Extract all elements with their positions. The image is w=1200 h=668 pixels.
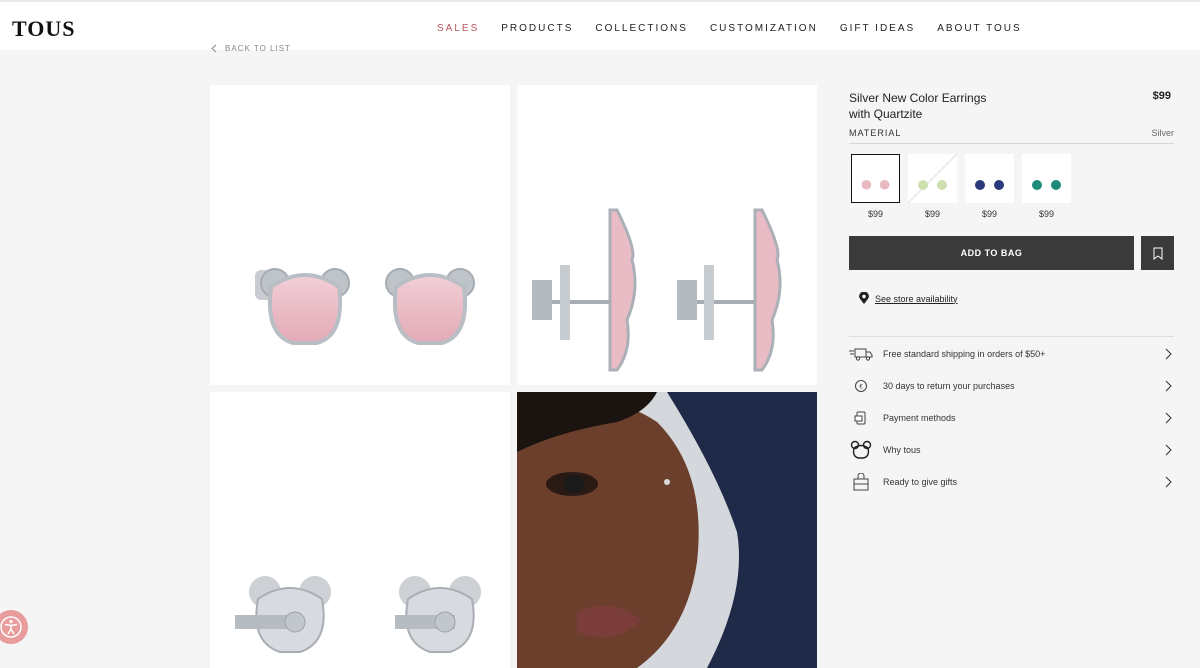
variant-thumbnail	[851, 154, 900, 203]
color-variants: $99 $99 $99 $99	[851, 153, 1071, 219]
add-to-bag-button[interactable]: ADD TO BAG	[849, 236, 1134, 270]
product-title-line-1: Silver New Color Earrings	[849, 91, 987, 105]
truck-icon	[849, 343, 873, 365]
back-to-list-link[interactable]: BACK TO LIST	[211, 44, 291, 53]
bear-icon	[849, 439, 873, 461]
product-image-front[interactable]	[210, 85, 510, 385]
info-row-label: Payment methods	[883, 413, 956, 423]
chevron-right-icon	[1165, 444, 1172, 456]
variant-price: $99	[1038, 209, 1055, 219]
location-pin-icon	[859, 292, 869, 304]
svg-text:€: €	[859, 385, 863, 391]
chevron-right-icon	[1165, 476, 1172, 488]
info-row-why-tous[interactable]: Why tous	[849, 438, 1174, 462]
model-photo[interactable]	[517, 392, 817, 668]
product-image-side[interactable]	[517, 85, 817, 385]
material-label: MATERIAL	[849, 128, 902, 138]
tous-logo[interactable]: TOUS	[12, 16, 76, 42]
divider	[849, 336, 1174, 337]
variant-pink[interactable]: $99	[851, 154, 900, 219]
top-header: TOUS SALES PRODUCTS COLLECTIONS CUSTOMIZ…	[0, 0, 1200, 50]
payment-icon	[849, 407, 873, 429]
info-row-label: Free standard shipping in orders of $50+	[883, 349, 1046, 359]
chevron-right-icon	[1165, 348, 1172, 360]
variant-thumbnail	[1022, 154, 1071, 203]
accessibility-icon	[0, 616, 22, 638]
variant-teal[interactable]: $99	[1022, 154, 1071, 219]
info-row-payment[interactable]: Payment methods	[849, 406, 1174, 430]
variant-thumbnail	[965, 154, 1014, 203]
wishlist-button[interactable]	[1141, 236, 1174, 270]
accessibility-button[interactable]	[0, 610, 28, 644]
material-row: MATERIAL Silver	[849, 124, 1174, 144]
back-to-list-label: BACK TO LIST	[225, 44, 291, 53]
product-title: Silver New Color Earrings with Quartzite	[849, 90, 999, 122]
nav-products[interactable]: PRODUCTS	[501, 23, 573, 34]
chevron-right-icon	[1165, 412, 1172, 424]
variant-thumbnail	[907, 153, 958, 204]
main-nav: SALES PRODUCTS COLLECTIONS CUSTOMIZATION…	[437, 23, 1022, 34]
nav-gift-ideas[interactable]: GIFT IDEAS	[840, 23, 915, 34]
info-row-label: 30 days to return your purchases	[883, 381, 1015, 391]
variant-green[interactable]: $99	[907, 153, 958, 219]
variant-blue[interactable]: $99	[965, 154, 1014, 219]
store-availability-link[interactable]: See store availability	[875, 294, 958, 304]
nav-sales[interactable]: SALES	[437, 23, 479, 34]
bookmark-icon	[1153, 247, 1162, 260]
gift-bag-icon	[849, 471, 873, 493]
info-row-label: Ready to give gifts	[883, 477, 958, 487]
chevron-left-icon	[211, 44, 217, 53]
store-availability: See store availability	[859, 292, 958, 305]
info-row-gifts[interactable]: Ready to give gifts	[849, 470, 1174, 494]
material-value: Silver	[1151, 128, 1174, 138]
info-row-returns[interactable]: € 30 days to return your purchases	[849, 374, 1174, 398]
nav-about-tous[interactable]: ABOUT TOUS	[937, 23, 1021, 34]
return-icon: €	[849, 375, 873, 397]
variant-price: $99	[924, 209, 941, 219]
variant-price: $99	[981, 209, 998, 219]
chevron-right-icon	[1165, 380, 1172, 392]
nav-collections[interactable]: COLLECTIONS	[595, 23, 688, 34]
info-row-shipping[interactable]: Free standard shipping in orders of $50+	[849, 342, 1174, 366]
variant-price: $99	[867, 209, 884, 219]
nav-customization[interactable]: CUSTOMIZATION	[710, 23, 818, 34]
product-image-back[interactable]	[210, 392, 510, 668]
info-row-label: Why tous	[883, 445, 921, 455]
product-title-line-2: with Quartzite	[849, 107, 923, 121]
product-price: $99	[1152, 90, 1171, 102]
